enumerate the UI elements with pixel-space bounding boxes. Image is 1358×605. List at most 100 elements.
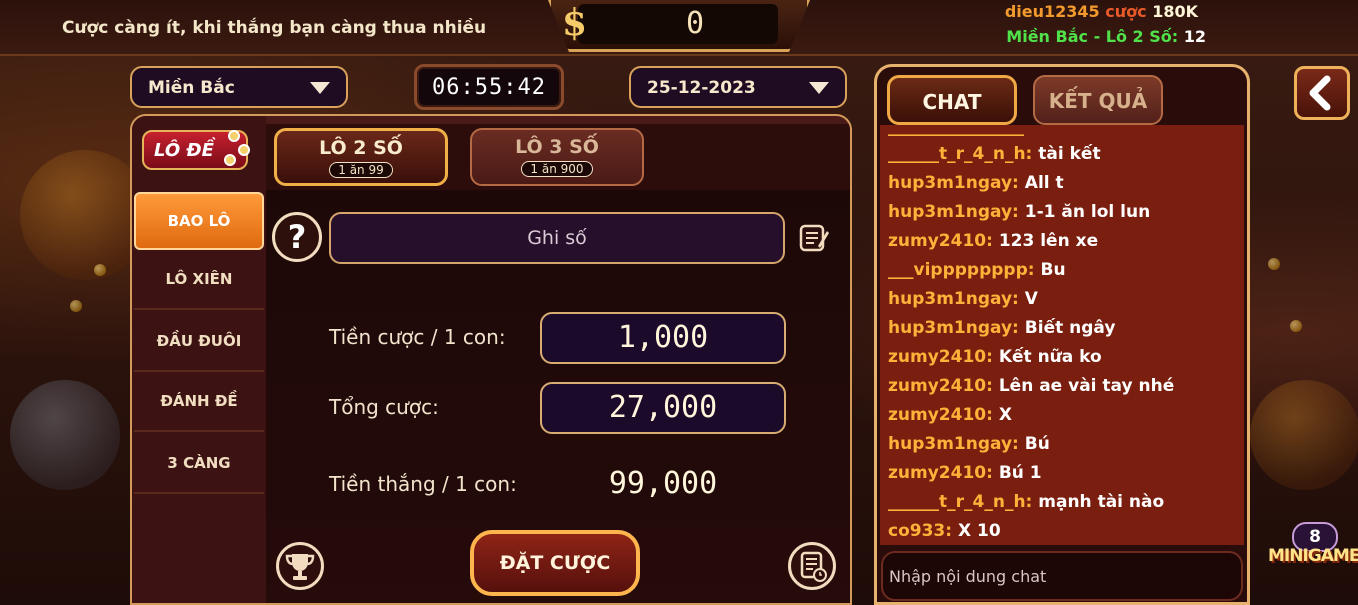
history-icon	[800, 551, 827, 582]
bet-per-input[interactable]: 1,000	[540, 312, 786, 364]
chat-input[interactable]: Nhập nội dung chat	[881, 551, 1243, 601]
chat-message: hup3m1ngay: All t	[888, 173, 1064, 193]
sidebar-item-3-cang[interactable]: 3 CÀNG	[134, 436, 264, 494]
region-status-label: Miền Bắc - Lô 2 Số:	[1006, 27, 1179, 46]
chat-username[interactable]: ______t_r_4_n_h:	[888, 144, 1032, 164]
chat-message: zumy2410: Bú 1	[888, 463, 1042, 483]
chat-username[interactable]: co933:	[888, 521, 952, 541]
chat-text: All t	[1024, 173, 1064, 193]
chat-message: ___vipppppppp: Bu	[888, 260, 1066, 280]
date-select[interactable]: 25-12-2023	[629, 66, 847, 108]
chat-text: Bú	[1024, 434, 1050, 454]
chat-text: mạnh tài nào	[1038, 492, 1165, 512]
decor-dot	[94, 264, 106, 276]
trophy-icon	[285, 554, 315, 580]
chat-text: Lên ae vài tay nhé	[998, 376, 1175, 396]
history-button[interactable]	[788, 542, 836, 590]
back-button[interactable]	[1294, 66, 1350, 120]
chat-message: hup3m1ngay: Bú	[888, 434, 1050, 454]
chat-username[interactable]: hup3m1ngay:	[888, 318, 1019, 338]
win-per-label: Tiền thắng / 1 con:	[329, 472, 517, 496]
decor-ball	[1250, 380, 1358, 490]
decor-dot	[1290, 320, 1302, 332]
chat-username[interactable]: hup3m1ngay:	[888, 173, 1019, 193]
chat-username[interactable]: zumy2410:	[888, 405, 993, 425]
logo-text: LÔ ĐỀ	[154, 140, 214, 161]
chat-username[interactable]: ______t_r_4_n_h:	[888, 492, 1032, 512]
countdown-timer: 06:55:42	[414, 64, 564, 110]
region-select[interactable]: Miền Bắc	[130, 66, 348, 108]
chat-text: Bu	[1040, 260, 1066, 280]
bet-amount: 180K	[1152, 2, 1198, 21]
dollar-icon: $	[562, 2, 588, 44]
chat-text: X 10	[957, 521, 1001, 541]
minigame-label: MINIGAME	[1268, 546, 1358, 566]
sidebar-item-lo-xien[interactable]: LÔ XIÊN	[134, 252, 264, 310]
tab-title: LÔ 2 SỐ	[319, 137, 403, 159]
chat-username[interactable]: zumy2410:	[888, 376, 993, 396]
trophy-button[interactable]	[276, 542, 324, 590]
tab-chat[interactable]: CHAT	[887, 75, 1017, 125]
lo-de-logo: LÔ ĐỀ	[142, 130, 250, 170]
total-bet-label: Tổng cược:	[329, 395, 439, 419]
chat-text: Bú 1	[998, 463, 1042, 483]
decor-ball	[10, 380, 120, 490]
ball-icon	[224, 154, 236, 166]
chat-message-list[interactable]: ________________ ______t_r_4_n_h: tài kế…	[880, 125, 1244, 545]
chevron-left-icon	[1309, 75, 1331, 111]
chat-username[interactable]: hup3m1ngay:	[888, 289, 1019, 309]
countdown-value: 06:55:42	[432, 75, 546, 100]
tab-title: LÔ 3 SỐ	[515, 136, 599, 158]
chat-message: ______t_r_4_n_h: tài kết	[888, 144, 1101, 164]
chat-panel: CHAT KẾT QUẢ ________________ ______t_r_…	[874, 64, 1250, 605]
chat-username: ________________	[888, 125, 1024, 137]
minigame-button[interactable]: 8 MINIGAME	[1268, 520, 1358, 605]
chat-username[interactable]: zumy2410:	[888, 347, 993, 367]
region-select-value: Miền Bắc	[148, 78, 235, 98]
chat-message: zumy2410: 123 lên xe	[888, 231, 1098, 251]
place-bet-button[interactable]: ĐẶT CƯỢC	[470, 530, 640, 596]
chat-username[interactable]: zumy2410:	[888, 231, 993, 251]
sidebar-item-danh-de[interactable]: ĐÁNH ĐỀ	[134, 374, 264, 432]
chat-message: hup3m1ngay: 1-1 ăn lol lun	[888, 202, 1150, 222]
date-select-value: 25-12-2023	[647, 78, 756, 98]
region-status: Miền Bắc - Lô 2 Số: 12	[1006, 27, 1206, 46]
sidebar-item-dau-duoi[interactable]: ĐẦU ĐUÔI	[134, 314, 264, 372]
chat-message: hup3m1ngay: Biết ngây	[888, 318, 1115, 338]
chat-message: zumy2410: Kết nữa ko	[888, 347, 1102, 367]
slogan-text: Cược càng ít, khi thắng bạn càng thua nh…	[62, 18, 487, 38]
decor-dot	[70, 300, 82, 312]
chat-username[interactable]: ___vipppppppp:	[888, 260, 1035, 280]
tab-results[interactable]: KẾT QUẢ	[1033, 75, 1163, 125]
win-per-value: 99,000	[608, 466, 718, 501]
user-bet-summary: dieu12345 cược 180K	[1005, 2, 1198, 21]
chat-message: hup3m1ngay: V	[888, 289, 1038, 309]
chat-username[interactable]: zumy2410:	[888, 463, 993, 483]
bet-mode-tabs: LÔ 2 SỐ 1 ăn 99 LÔ 3 SỐ 1 ăn 900	[266, 124, 850, 190]
chat-message-partial: ________________	[888, 125, 1024, 137]
chat-text: X	[998, 405, 1012, 425]
chat-text: Biết ngây	[1024, 318, 1116, 338]
chevron-down-icon	[809, 82, 829, 94]
tab-lo-3-so[interactable]: LÔ 3 SỐ 1 ăn 900	[470, 128, 644, 186]
chat-text: 123 lên xe	[998, 231, 1099, 251]
region-status-count: 12	[1183, 27, 1206, 46]
chat-text: V	[1024, 289, 1038, 309]
tab-lo-2-so[interactable]: LÔ 2 SỐ 1 ăn 99	[274, 128, 448, 186]
sidebar-item-bao-lo[interactable]: BAO LÔ	[134, 192, 264, 250]
ball-icon	[238, 144, 250, 156]
chat-message: zumy2410: X	[888, 405, 1012, 425]
chat-text: 1-1 ăn lol lun	[1024, 202, 1151, 222]
chat-username[interactable]: hup3m1ngay:	[888, 202, 1019, 222]
chat-message: zumy2410: Lên ae vài tay nhé	[888, 376, 1174, 396]
edit-numbers-icon[interactable]	[798, 222, 830, 254]
number-input[interactable]: Ghi số	[329, 212, 785, 264]
help-button[interactable]: ?	[272, 212, 322, 262]
chat-text: Kết nữa ko	[998, 347, 1102, 367]
chat-message: ______t_r_4_n_h: mạnh tài nào	[888, 492, 1164, 512]
jackpot-value: 0	[685, 6, 705, 41]
chat-text: tài kết	[1038, 144, 1101, 164]
tab-odds: 1 ăn 900	[521, 161, 593, 177]
chat-username[interactable]: hup3m1ngay:	[888, 434, 1019, 454]
ball-icon	[228, 130, 240, 142]
